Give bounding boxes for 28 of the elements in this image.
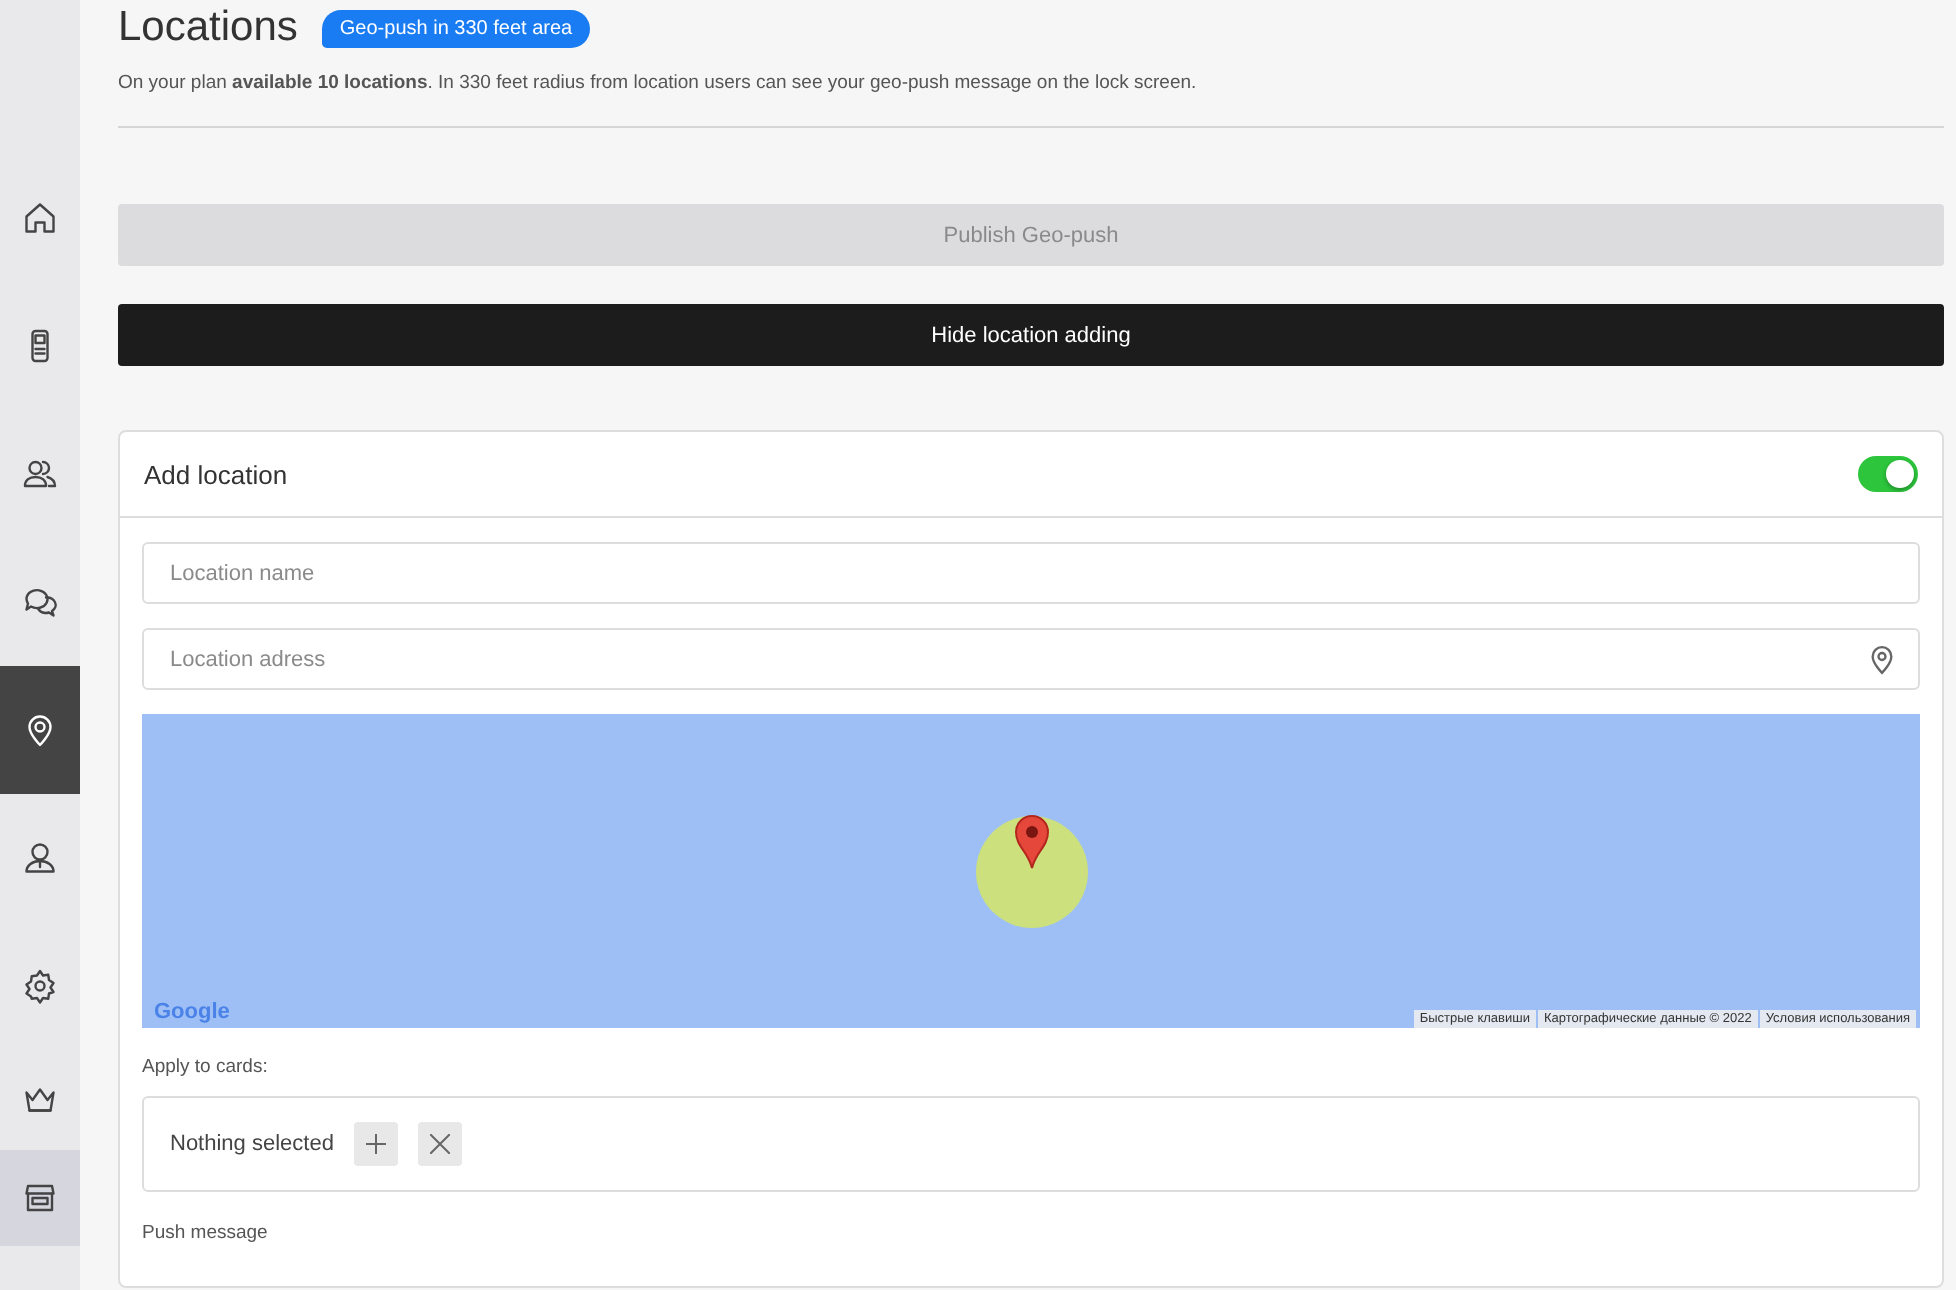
settings-icon xyxy=(22,968,58,1004)
crown-icon xyxy=(22,1082,58,1118)
plus-icon xyxy=(365,1134,386,1154)
users-icon xyxy=(22,456,58,492)
store-icon xyxy=(22,1180,58,1216)
plan-description: On your plan available 10 locations. In 330 feet radius from location users can see your geo-push message on the lock screen. xyxy=(118,72,1199,94)
push-message-label: Push message xyxy=(142,1222,270,1244)
selection-value: Nothing selected xyxy=(170,1132,334,1156)
card-title: Add location xyxy=(144,459,288,489)
clear-button[interactable] xyxy=(417,1122,462,1166)
map-logo: Google xyxy=(154,1000,230,1024)
sidebar-item[interactable] xyxy=(0,1150,80,1246)
location-address-field[interactable]: Location adress xyxy=(142,628,1920,690)
chat-icon xyxy=(22,584,58,620)
location-pin-icon xyxy=(1868,644,1896,676)
info-badge: Geo-push in 330 feet area xyxy=(321,9,591,47)
user-icon xyxy=(22,840,58,876)
apply-label: Apply to cards: xyxy=(142,1056,270,1078)
close-icon xyxy=(429,1134,450,1154)
add-button[interactable] xyxy=(353,1122,398,1166)
home-icon xyxy=(22,200,58,236)
toggle-switch[interactable] xyxy=(1858,456,1918,492)
page-title: Locations xyxy=(118,4,298,52)
hide-location-button[interactable]: Hide location adding xyxy=(118,304,1944,366)
location-name-field[interactable]: Location name xyxy=(142,542,1920,604)
sidebar-item[interactable] xyxy=(0,666,80,794)
location-pin-icon xyxy=(22,712,58,748)
map-pin-icon xyxy=(1013,814,1049,870)
